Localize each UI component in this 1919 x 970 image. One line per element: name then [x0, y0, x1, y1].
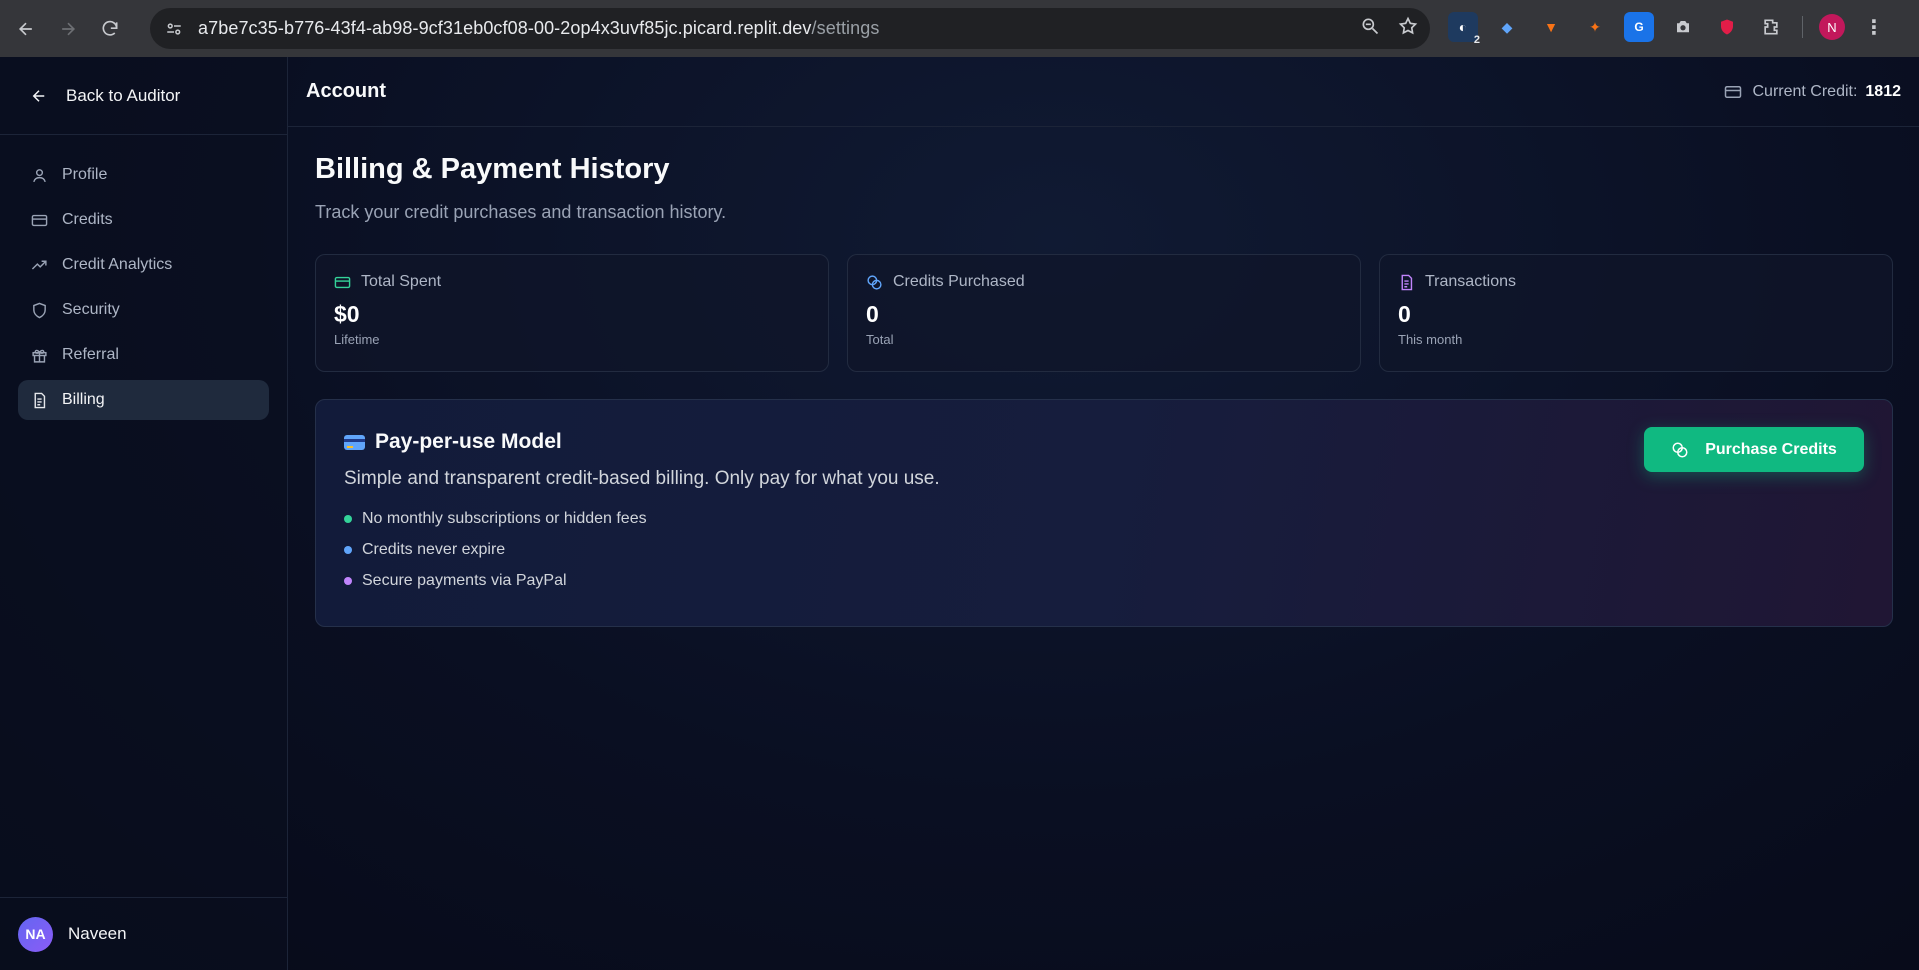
- sidebar-item-credits[interactable]: Credits: [18, 200, 269, 240]
- avatar: NA: [18, 916, 53, 952]
- stat-value: 0: [1398, 301, 1411, 327]
- promo-title: Pay-per-use Model: [375, 430, 562, 453]
- translate-extension-icon[interactable]: G: [1624, 12, 1654, 42]
- promo-description: Simple and transparent credit-based bill…: [344, 468, 940, 489]
- purchase-credits-label: Purchase Credits: [1705, 440, 1837, 458]
- back-to-auditor-link[interactable]: Back to Auditor: [0, 57, 287, 135]
- shield-icon: [33, 302, 46, 318]
- bookmark-star-icon[interactable]: [1398, 16, 1418, 41]
- forward-arrow-icon[interactable]: [52, 13, 84, 45]
- sidebar-item-credit-analytics[interactable]: Credit Analytics: [18, 245, 269, 285]
- credit-card-icon: [31, 214, 48, 226]
- sidebar-item-profile[interactable]: Profile: [18, 155, 269, 195]
- zoom-icon[interactable]: [1360, 16, 1380, 41]
- sidebar-nav: Profile Credits Credit Analytics Securit…: [0, 135, 287, 445]
- sidebar-item-label: Billing: [62, 391, 105, 408]
- file-text-icon: [1401, 274, 1413, 290]
- receipt-icon: [34, 392, 46, 408]
- pay-per-use-card: Pay-per-use Model Simple and transparent…: [315, 399, 1893, 627]
- purchase-credits-button[interactable]: Purchase Credits: [1644, 427, 1864, 472]
- main-content: Account Current Credit: 1812 Billing & P…: [288, 57, 1919, 970]
- puzzle-extensions-icon[interactable]: [1756, 12, 1786, 42]
- sidebar-item-label: Credit Analytics: [62, 256, 173, 273]
- extension-badge: 2: [1473, 34, 1480, 46]
- bullet-text: Credits never expire: [362, 541, 506, 558]
- credit-card-icon: [1725, 85, 1742, 98]
- user-name: Naveen: [68, 924, 127, 943]
- url-path: /settings: [811, 18, 880, 38]
- stat-card-total-spent: Total Spent $0 Lifetime: [315, 254, 829, 372]
- stat-value: 0: [866, 301, 879, 327]
- current-credit: Current Credit: 1812: [1724, 83, 1901, 101]
- stats-row: Total Spent $0 Lifetime Credits Purchase…: [315, 254, 1893, 372]
- stat-note: Lifetime: [334, 332, 380, 347]
- user-profile[interactable]: NA Naveen: [0, 897, 287, 970]
- bullet-dot: [344, 577, 352, 585]
- page-subtitle: Track your credit purchases and transact…: [315, 202, 727, 222]
- trending-up-icon: [31, 260, 47, 270]
- address-bar[interactable]: a7be7c35-b776-43f4-ab98-9cf31eb0cf08-00-…: [150, 8, 1430, 49]
- back-arrow-icon[interactable]: [10, 13, 42, 45]
- arrow-left-icon: [32, 89, 45, 102]
- sidebar-item-label: Credits: [62, 211, 113, 228]
- url-host: a7be7c35-b776-43f4-ab98-9cf31eb0cf08-00-…: [198, 18, 812, 38]
- profile-avatar[interactable]: N: [1819, 14, 1845, 40]
- camera-extension-icon[interactable]: [1668, 12, 1698, 42]
- fox-extension-icon[interactable]: ▼: [1536, 12, 1566, 42]
- user-icon: [33, 168, 46, 182]
- credit-card-emoji-icon: [344, 434, 365, 450]
- url-text: a7be7c35-b776-43f4-ab98-9cf31eb0cf08-00-…: [198, 18, 879, 39]
- browser-toolbar: a7be7c35-b776-43f4-ab98-9cf31eb0cf08-00-…: [0, 0, 1919, 57]
- bullet-text: Secure payments via PayPal: [362, 572, 567, 589]
- site-settings-icon[interactable]: [162, 17, 186, 41]
- sidebar-item-label: Security: [62, 301, 120, 318]
- coins-icon: [1672, 442, 1688, 457]
- kebab-menu-icon[interactable]: ⋮: [1859, 12, 1889, 42]
- bullet-dot: [344, 546, 352, 554]
- bullet-text: No monthly subscriptions or hidden fees: [362, 510, 647, 527]
- stat-label: Total Spent: [361, 273, 442, 290]
- credit-value: 1812: [1865, 82, 1901, 100]
- stat-label: Transactions: [1425, 273, 1516, 290]
- stat-card-credits-purchased: Credits Purchased 0 Total: [847, 254, 1361, 372]
- list-item: No monthly subscriptions or hidden fees: [344, 510, 1864, 528]
- header-title: Account: [306, 80, 386, 102]
- credit-card-icon: [334, 276, 351, 288]
- list-item: Credits never expire: [344, 541, 1864, 559]
- stat-label: Credits Purchased: [893, 273, 1025, 290]
- stat-value: $0: [334, 301, 360, 327]
- toolbar-divider: [1802, 16, 1803, 38]
- app-root: Back to Auditor Profile Credits Credit A…: [0, 57, 1919, 970]
- stat-note: This month: [1398, 332, 1463, 347]
- sidebar-item-label: Referral: [62, 346, 119, 363]
- diamond-extension-icon[interactable]: ◆: [1492, 12, 1522, 42]
- sidebar-item-referral[interactable]: Referral: [18, 335, 269, 375]
- page-title: Billing & Payment History: [315, 153, 670, 185]
- coins-icon: [867, 274, 882, 290]
- credit-label: Current Credit:: [1752, 82, 1858, 100]
- bullet-dot: [344, 515, 352, 523]
- sidebar-item-label: Profile: [62, 166, 108, 183]
- billing-page: Billing & Payment History Track your cre…: [288, 127, 1919, 627]
- header: Account Current Credit: 1812: [288, 57, 1919, 127]
- sidebar-item-security[interactable]: Security: [18, 290, 269, 330]
- sidebar-item-billing[interactable]: Billing: [18, 380, 269, 420]
- gift-icon: [32, 349, 47, 363]
- fire-extension-icon[interactable]: ✦: [1580, 12, 1610, 42]
- reload-icon[interactable]: [94, 13, 126, 45]
- list-item: Secure payments via PayPal: [344, 572, 1864, 590]
- stat-note: Total: [866, 332, 894, 347]
- extension-icon[interactable]: ◐ 2: [1448, 12, 1480, 46]
- shield-extension-icon[interactable]: [1712, 12, 1742, 42]
- sidebar: Back to Auditor Profile Credits Credit A…: [0, 57, 288, 970]
- stat-card-transactions: Transactions 0 This month: [1379, 254, 1893, 372]
- back-label: Back to Auditor: [66, 85, 181, 105]
